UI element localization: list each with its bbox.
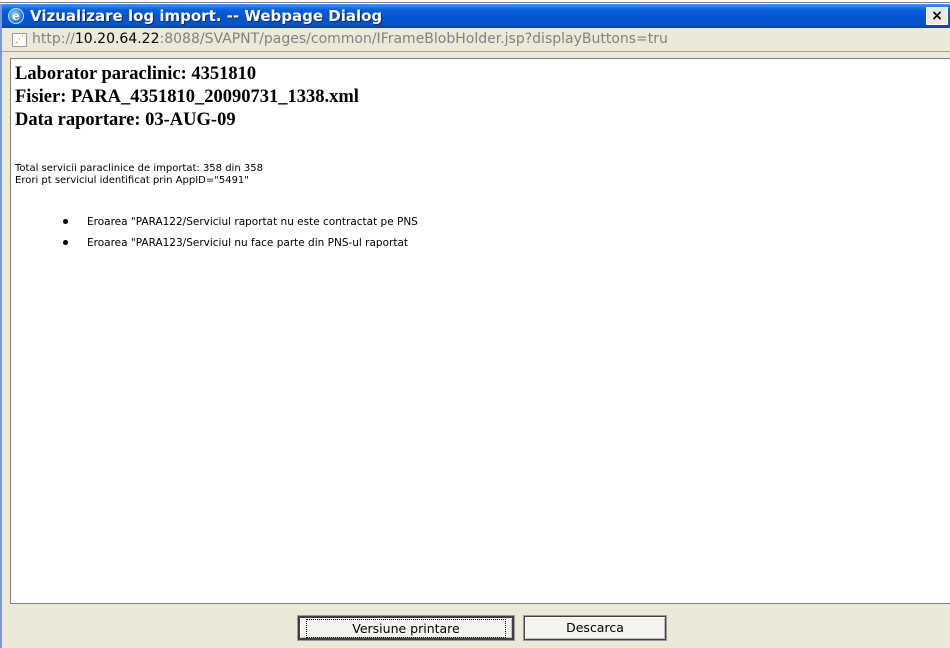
bullet-icon [63,219,68,224]
button-bar: Versiune printare Descarca [2,604,950,648]
errors-header-line: Erori pt serviciul identificat prin AppI… [15,175,249,186]
list-item: Eroarea "PARA123/Serviciul nu face parte… [63,235,418,256]
list-item: Eroarea "PARA122/Serviciul raportat nu e… [63,214,418,235]
close-icon[interactable]: × [926,7,948,25]
report-headings: Laborator paraclinic: 4351810 Fisier: PA… [15,63,359,132]
url-path: :8088/SVAPNT/pages/common/IFrameBlobHold… [159,31,668,47]
print-version-button[interactable]: Versiune printare [297,615,515,641]
error-list: Eroarea "PARA122/Serviciul raportat nu e… [63,214,418,256]
log-content: Laborator paraclinic: 4351810 Fisier: PA… [10,58,950,604]
heading-laboratory: Laborator paraclinic: 4351810 [15,64,257,84]
url-scheme: http:// [32,31,75,47]
window-title: Vizualizare log import. -- Webpage Dialo… [30,7,383,25]
address-bar: ⋰ http://10.20.64.22:8088/SVAPNT/pages/c… [2,28,950,52]
download-button[interactable]: Descarca [523,615,667,641]
import-summary: Total servicii paraclinice de importat: … [15,163,263,187]
heading-file: Fisier: PARA_4351810_20090731_1338.xml [15,87,359,107]
dialog-window: e Vizualizare log import. -- Webpage Dia… [0,4,950,648]
url-host: 10.20.64.22 [74,31,160,47]
page-icon: ⋰ [12,33,27,47]
title-bar[interactable]: e Vizualizare log import. -- Webpage Dia… [2,4,950,28]
print-version-label: Versiune printare [306,619,506,638]
error-text: Eroarea "PARA123/Serviciul nu face parte… [87,237,409,249]
bullet-icon [63,240,68,245]
heading-report-date: Data raportare: 03-AUG-09 [15,110,236,130]
top-divider [0,0,950,3]
ie-icon: e [8,8,24,24]
url-text: http://10.20.64.22:8088/SVAPNT/pages/com… [32,31,668,47]
error-text: Eroarea "PARA122/Serviciul raportat nu e… [87,216,418,228]
total-services-line: Total servicii paraclinice de importat: … [15,163,263,174]
